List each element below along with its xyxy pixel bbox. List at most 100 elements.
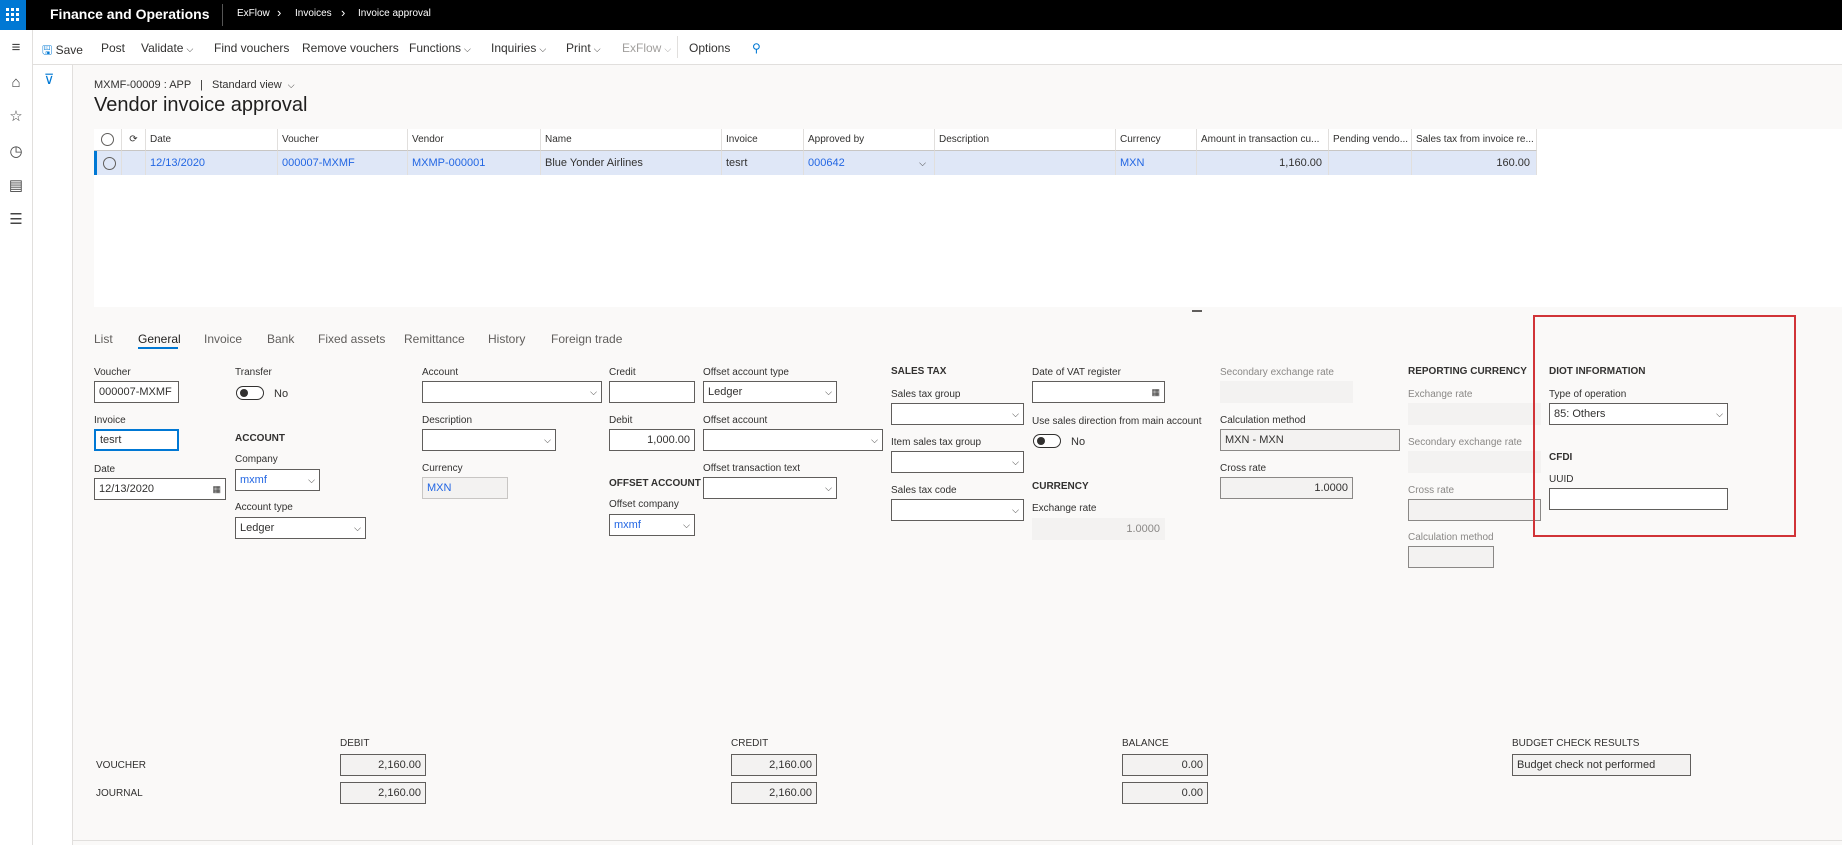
tab-fixed-assets[interactable]: Fixed assets bbox=[318, 332, 385, 346]
filter-icon[interactable]: ⊽ bbox=[44, 71, 54, 88]
column-header-pending[interactable]: Pending vendo... bbox=[1329, 129, 1412, 151]
column-header-approved-by[interactable]: Approved by bbox=[804, 129, 935, 151]
debit-field[interactable]: 1,000.00 bbox=[609, 429, 695, 451]
column-header-currency[interactable]: Currency bbox=[1116, 129, 1197, 151]
tab-remittance[interactable]: Remittance bbox=[404, 332, 465, 346]
account-dropdown[interactable]: ⌵ bbox=[422, 381, 602, 403]
date-vat-label: Date of VAT register bbox=[1032, 367, 1121, 378]
use-sales-direction-toggle[interactable] bbox=[1033, 434, 1061, 448]
offset-company-dropdown[interactable]: mxmf ⌵ bbox=[609, 514, 695, 536]
calendar-icon[interactable]: ▦ bbox=[1151, 382, 1160, 402]
uuid-field[interactable] bbox=[1549, 488, 1728, 510]
column-header-description[interactable]: Description bbox=[935, 129, 1116, 151]
offset-account-type-dropdown[interactable]: Ledger ⌵ bbox=[703, 381, 837, 403]
cell-pending[interactable] bbox=[1329, 151, 1412, 175]
app-title[interactable]: Finance and Operations bbox=[50, 6, 209, 22]
credit-field[interactable] bbox=[609, 381, 695, 403]
clock-icon[interactable]: ◷ bbox=[4, 140, 28, 164]
offset-account-section-title: OFFSET ACCOUNT bbox=[609, 478, 701, 489]
cross-rate-field[interactable]: 1.0000 bbox=[1220, 477, 1353, 499]
column-header-date[interactable]: Date bbox=[146, 129, 278, 151]
cell-voucher[interactable]: 000007-MXMF bbox=[278, 151, 408, 175]
chevron-down-icon: ⌵ bbox=[1012, 457, 1019, 467]
modules-list-icon[interactable]: ☰ bbox=[4, 208, 28, 232]
column-header-amount[interactable]: Amount in transaction cu... bbox=[1197, 129, 1329, 151]
column-header-invoice[interactable]: Invoice bbox=[722, 129, 804, 151]
sales-tax-code-dropdown[interactable]: ⌵ bbox=[891, 499, 1024, 521]
save-button[interactable]: 🖫 Save bbox=[42, 41, 83, 62]
budget-check-result: Budget check not performed bbox=[1512, 754, 1691, 776]
item-sales-tax-group-dropdown[interactable]: ⌵ bbox=[891, 451, 1024, 473]
cell-vendor[interactable]: MXMP-000001 bbox=[408, 151, 541, 175]
rc-calculation-method-field[interactable] bbox=[1408, 546, 1494, 568]
rc-exchange-rate-field[interactable] bbox=[1408, 403, 1541, 425]
exflow-menu[interactable]: ExFlow ⌵ bbox=[622, 41, 671, 55]
breadcrumb-exflow[interactable]: ExFlow bbox=[237, 8, 270, 19]
inquiries-label: Inquiries bbox=[491, 41, 537, 55]
column-header-vendor[interactable]: Vendor bbox=[408, 129, 541, 151]
offset-account-dropdown[interactable]: ⌵ bbox=[703, 429, 883, 451]
invoice-field[interactable]: tesrt bbox=[94, 429, 179, 451]
type-of-operation-dropdown[interactable]: 85: Others ⌵ bbox=[1549, 403, 1728, 425]
offset-account-type-label: Offset account type bbox=[703, 367, 789, 378]
column-header-name[interactable]: Name bbox=[541, 129, 722, 151]
cell-amount[interactable]: 1,160.00 bbox=[1197, 151, 1329, 175]
tab-bank[interactable]: Bank bbox=[267, 332, 294, 346]
breadcrumb-invoices[interactable]: Invoices bbox=[295, 8, 332, 19]
cell-name[interactable]: Blue Yonder Airlines bbox=[541, 151, 722, 175]
calculation-method-field[interactable]: MXN - MXN bbox=[1220, 429, 1400, 451]
refresh-icon[interactable]: ⟳ bbox=[122, 129, 146, 151]
exchange-rate-field[interactable]: 1.0000 bbox=[1032, 518, 1165, 540]
cell-description[interactable] bbox=[935, 151, 1116, 175]
transfer-toggle[interactable] bbox=[236, 386, 264, 400]
breadcrumb-invoice-approval[interactable]: Invoice approval bbox=[358, 8, 431, 19]
star-icon[interactable]: ☆ bbox=[4, 105, 28, 129]
rc-cross-rate-field[interactable] bbox=[1408, 499, 1541, 521]
inquiries-menu[interactable]: Inquiries ⌵ bbox=[491, 41, 546, 55]
splitter-handle[interactable] bbox=[1192, 310, 1202, 312]
credit-label: Credit bbox=[609, 367, 636, 378]
cell-date[interactable]: 12/13/2020 bbox=[146, 151, 278, 175]
tab-invoice[interactable]: Invoice bbox=[204, 332, 242, 346]
find-vouchers-button[interactable]: Find vouchers bbox=[214, 41, 289, 55]
calendar-icon[interactable]: ▦ bbox=[212, 479, 221, 499]
account-label: Account bbox=[422, 367, 459, 378]
validate-menu[interactable]: Validate ⌵ bbox=[141, 41, 193, 55]
company-dropdown[interactable]: mxmf ⌵ bbox=[235, 469, 320, 491]
secondary-exchange-rate-field[interactable] bbox=[1220, 381, 1353, 403]
functions-menu[interactable]: Functions ⌵ bbox=[409, 41, 471, 55]
row-select-radio[interactable] bbox=[94, 151, 122, 175]
offset-transaction-text-dropdown[interactable]: ⌵ bbox=[703, 477, 837, 499]
select-all-checkbox[interactable] bbox=[94, 129, 122, 151]
tab-list[interactable]: List bbox=[94, 332, 113, 346]
sales-tax-group-dropdown[interactable]: ⌵ bbox=[891, 403, 1024, 425]
workspaces-icon[interactable]: ▤ bbox=[4, 174, 28, 198]
view-selector[interactable]: MXMF-00009 : APP | Standard view ⌵ bbox=[94, 79, 295, 91]
tab-history[interactable]: History bbox=[488, 332, 525, 346]
post-button[interactable]: Post bbox=[101, 41, 125, 55]
options-button[interactable]: Options bbox=[689, 41, 730, 55]
app-launcher-icon[interactable] bbox=[0, 0, 26, 30]
cell-sales-tax[interactable]: 160.00 bbox=[1412, 151, 1537, 175]
description-dropdown[interactable]: ⌵ bbox=[422, 429, 556, 451]
cell-currency[interactable]: MXN bbox=[1116, 151, 1197, 175]
column-header-voucher[interactable]: Voucher bbox=[278, 129, 408, 151]
cell-approved-by[interactable]: 000642 ⌵ bbox=[804, 151, 935, 175]
column-header-sales-tax[interactable]: Sales tax from invoice re... bbox=[1412, 129, 1537, 151]
search-icon[interactable]: ⚲ bbox=[752, 41, 761, 55]
currency-field[interactable]: MXN bbox=[422, 477, 508, 499]
account-type-dropdown[interactable]: Ledger ⌵ bbox=[235, 517, 366, 539]
hamburger-menu-icon[interactable]: ≡ bbox=[4, 36, 28, 60]
cell-invoice[interactable]: tesrt bbox=[722, 151, 804, 175]
tab-foreign-trade[interactable]: Foreign trade bbox=[551, 332, 622, 346]
uuid-label: UUID bbox=[1549, 474, 1574, 485]
date-field[interactable]: 12/13/2020 ▦ bbox=[94, 478, 226, 500]
remove-vouchers-button[interactable]: Remove vouchers bbox=[302, 41, 399, 55]
print-menu[interactable]: Print ⌵ bbox=[566, 41, 601, 55]
home-icon[interactable]: ⌂ bbox=[4, 71, 28, 95]
tab-general[interactable]: General bbox=[138, 332, 181, 346]
chevron-down-icon[interactable]: ⌵ bbox=[919, 151, 926, 175]
rc-secondary-exchange-rate-field[interactable] bbox=[1408, 451, 1541, 473]
date-vat-field[interactable]: ▦ bbox=[1032, 381, 1165, 403]
voucher-field[interactable]: 000007-MXMF bbox=[94, 381, 179, 403]
